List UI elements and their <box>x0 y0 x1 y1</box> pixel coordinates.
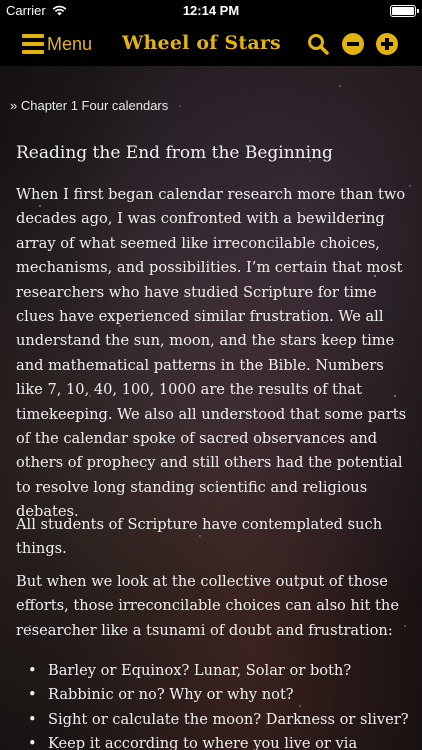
list-item: Sight or calculate the moon? Darkness or… <box>28 708 409 733</box>
status-bar: Carrier 12:14 PM <box>0 0 422 22</box>
menu-label: Menu <box>47 33 93 54</box>
zoom-out-icon[interactable] <box>342 33 364 55</box>
app-title: Wheel of Stars <box>122 32 281 54</box>
search-icon[interactable] <box>307 33 329 55</box>
paragraph: All students of Scripture have contempla… <box>16 516 383 558</box>
breadcrumb-chapter[interactable]: » Chapter 1 Four calendars <box>10 98 168 113</box>
list-item: Barley or Equinox? Lunar, Solar or both? <box>28 659 408 684</box>
reading-pane[interactable]: » Chapter 1 Four calendars Reading the E… <box>0 66 422 750</box>
menu-button[interactable]: Menu <box>22 31 92 57</box>
zoom-in-icon[interactable] <box>376 33 398 55</box>
status-time: 12:14 PM <box>182 3 240 18</box>
paragraph: When I first began calendar research mor… <box>16 186 407 521</box>
navigation-bar: Menu Wheel of Stars <box>0 22 422 66</box>
list-item: Keep it according to where you live or v… <box>28 732 408 750</box>
section-heading: Reading the End from the Beginning <box>16 143 333 163</box>
paragraph: But when we look at the collective outpu… <box>16 573 399 639</box>
bullet-list: Barley or Equinox? Lunar, Solar or both?… <box>28 659 409 750</box>
battery-icon <box>390 5 419 17</box>
list-item: Rabbinic or no? Why or why not? <box>28 683 408 708</box>
hamburger-icon <box>22 34 44 54</box>
